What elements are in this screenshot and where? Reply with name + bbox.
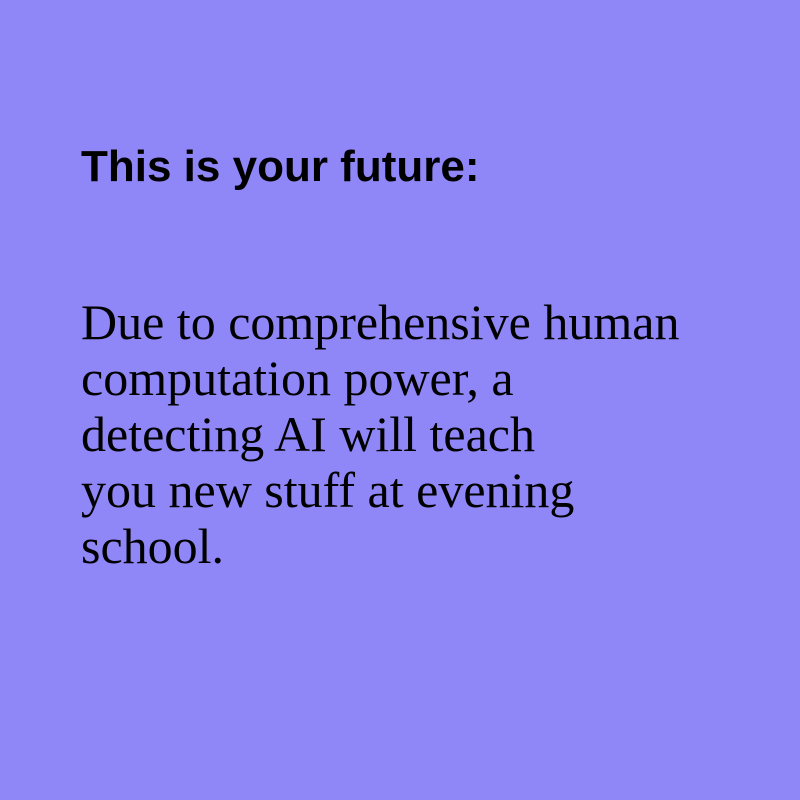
body-line-1: Due to comprehensive human [81,294,680,350]
body-line-5: school. [81,518,225,574]
body-line-2: computation power, a [81,350,514,406]
future-card: This is your future: Due to comprehensiv… [0,0,800,800]
body-text: Due to comprehensive human computation p… [81,294,679,574]
heading: This is your future: [81,142,480,191]
body-line-3: detecting AI will teach [81,406,536,462]
body-line-4: you new stuff at evening [81,462,575,518]
